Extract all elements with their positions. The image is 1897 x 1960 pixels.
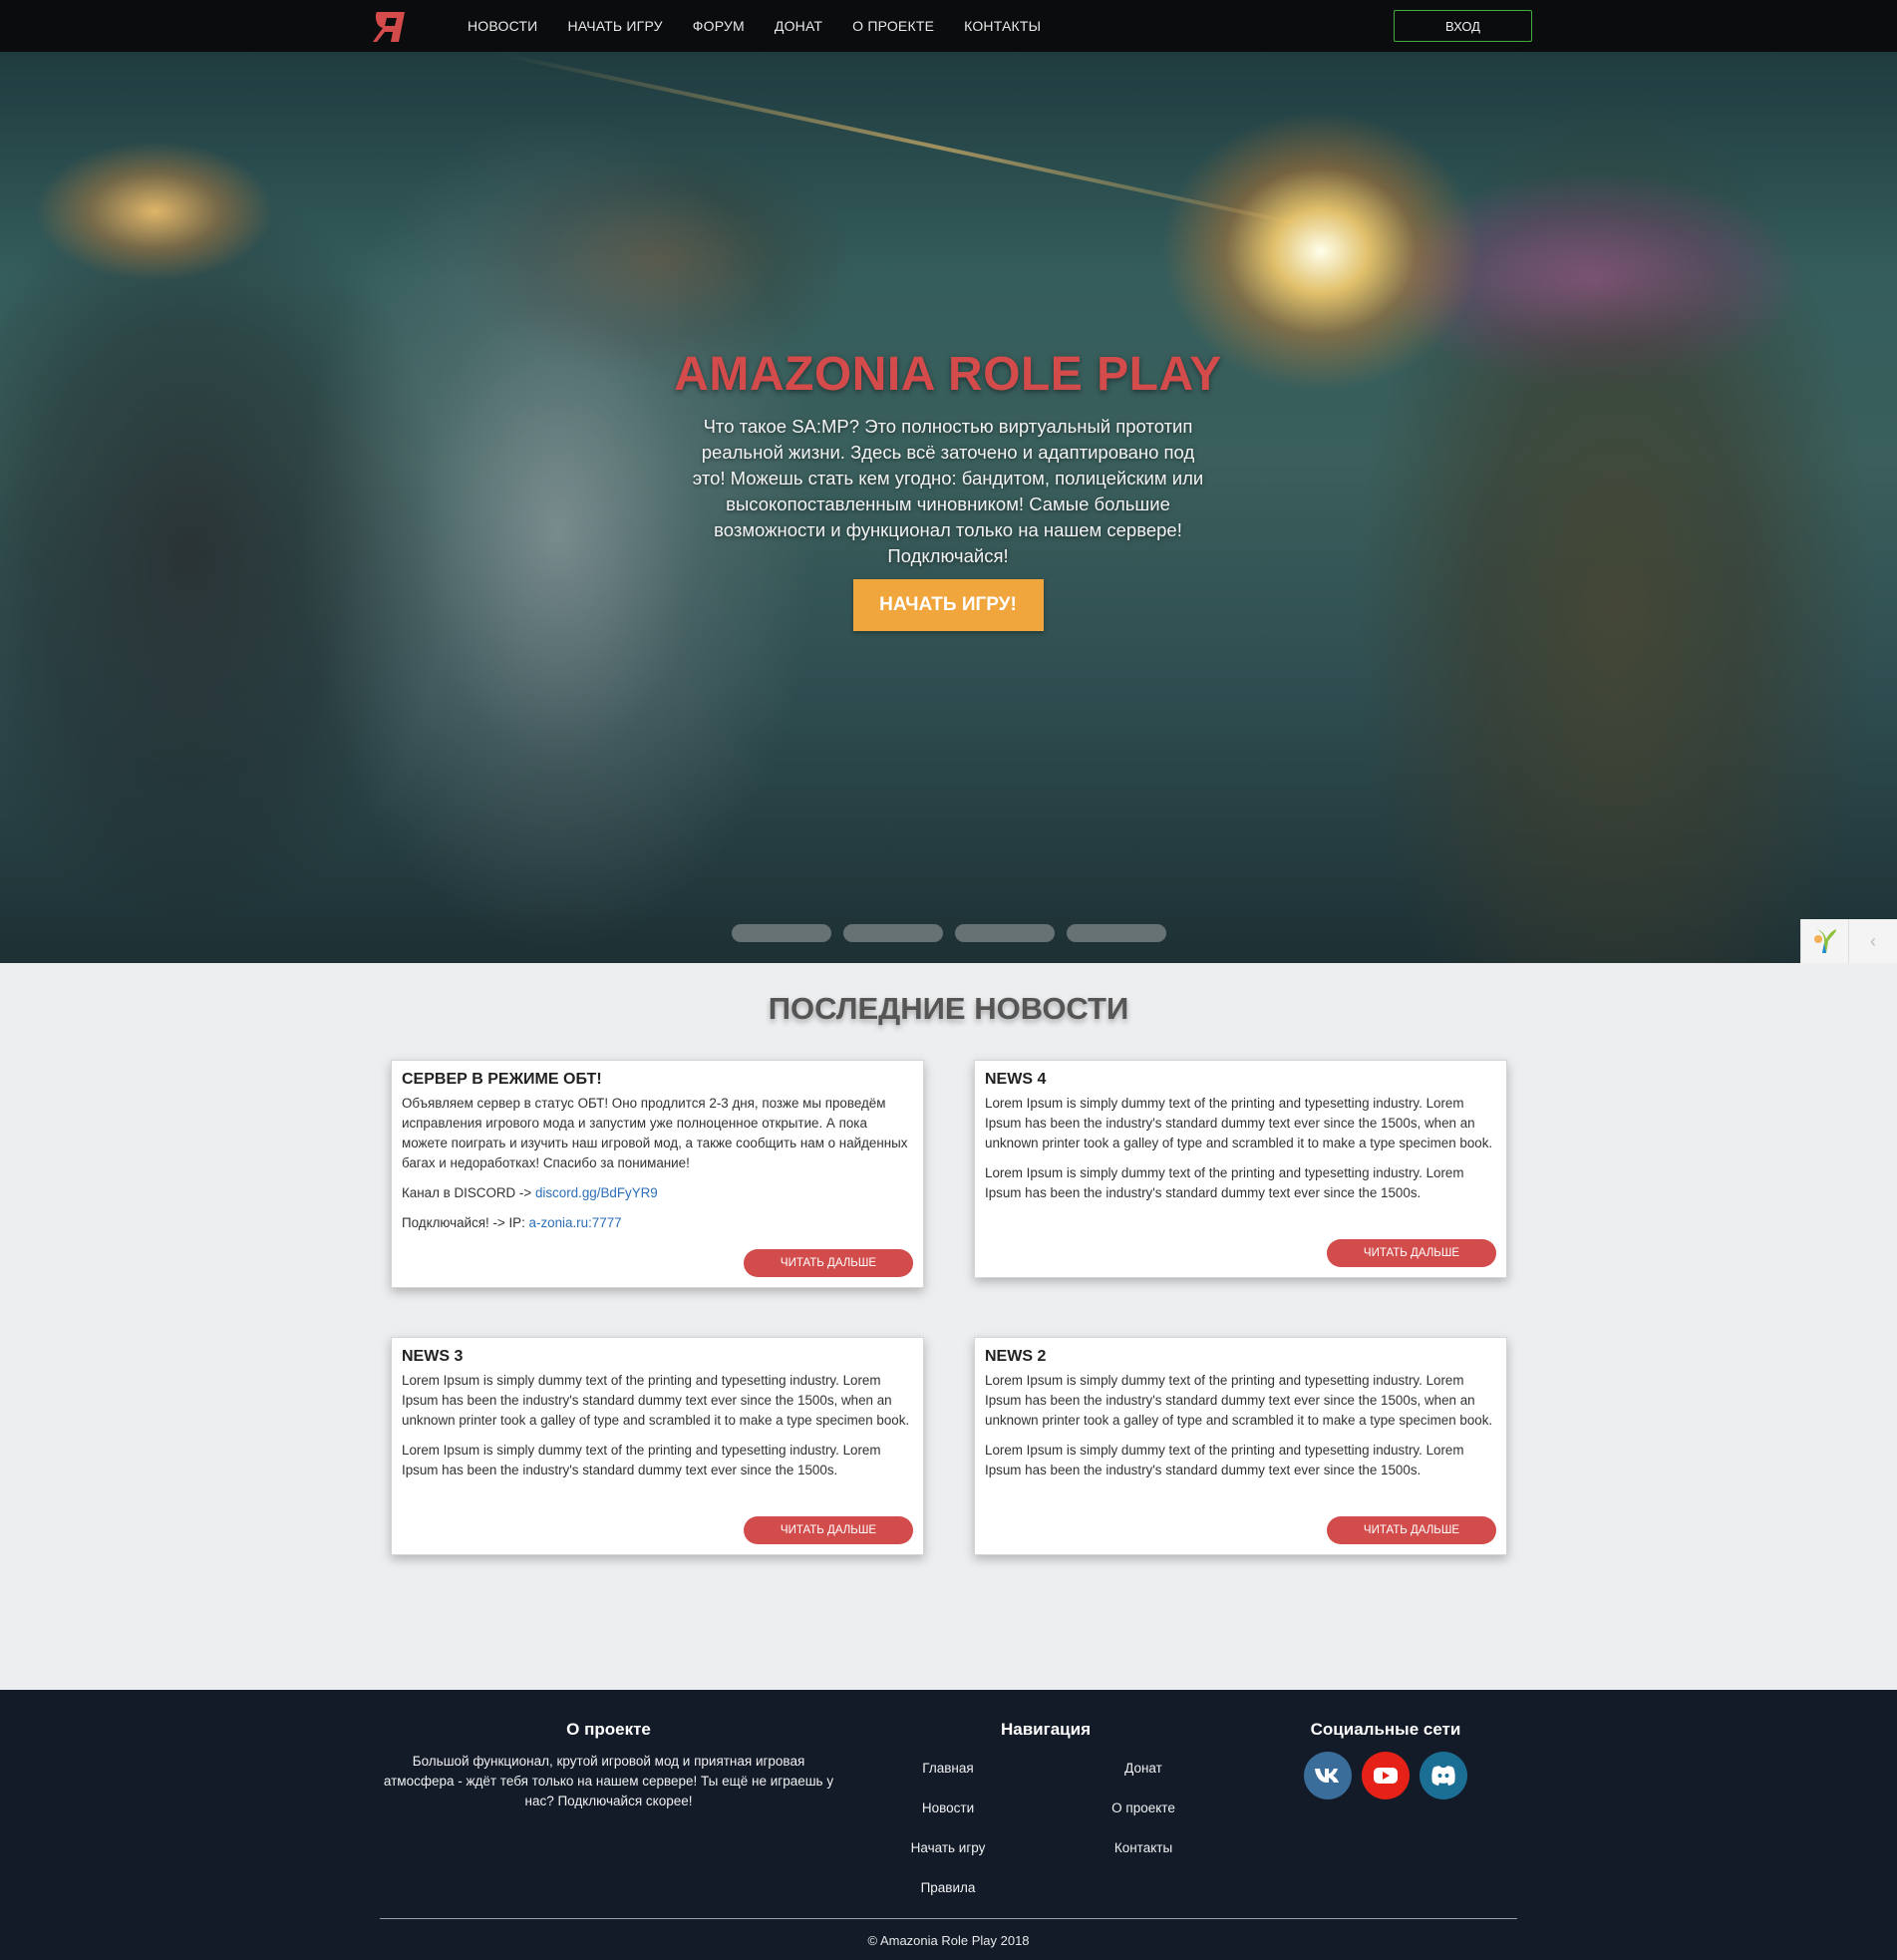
nav-link-forum[interactable]: ФОРУМ	[693, 18, 745, 34]
footer-link-contacts[interactable]: Контакты	[1064, 1840, 1223, 1855]
copyright-text: © Amazonia Role Play 2018	[867, 1933, 1030, 1948]
server-ip-link[interactable]: a-zonia.ru:7777	[529, 1215, 622, 1230]
news-card-text: Объявляем сервер в статус ОБТ! Оно продл…	[402, 1096, 908, 1170]
news-card: NEWS 3 Lorem Ipsum is simply dummy text …	[391, 1337, 924, 1555]
news-card-text: Lorem Ipsum is simply dummy text of the …	[402, 1443, 881, 1477]
footer-social-title: Социальные сети	[1310, 1720, 1461, 1739]
ip-prefix: Подключайся! -> IP:	[402, 1215, 529, 1230]
hero-title: AMAZONIA ROLE PLAY	[674, 348, 1222, 401]
slider-pagination	[732, 924, 1166, 942]
youtube-icon[interactable]	[1362, 1752, 1410, 1799]
footer-link-home[interactable]: Главная	[868, 1761, 1028, 1776]
slider-dot[interactable]	[955, 924, 1055, 942]
hero-slider: AMAZONIA ROLE PLAY Что такое SA:MP? Это …	[0, 52, 1897, 963]
nav-link-about[interactable]: О ПРОЕКТЕ	[852, 18, 934, 34]
news-card: СЕРВЕР В РЕЖИМЕ ОБТ! Объявляем сервер в …	[391, 1060, 924, 1288]
news-card-discord: Канал в DISCORD -> discord.gg/BdFyYR9	[402, 1183, 913, 1203]
site-logo-icon[interactable]	[371, 6, 411, 46]
footer-about-title: О проекте	[566, 1720, 651, 1739]
news-card-text: Lorem Ipsum is simply dummy text of the …	[985, 1373, 1493, 1428]
top-navbar: НОВОСТИ НАЧАТЬ ИГРУ ФОРУМ ДОНАТ О ПРОЕКТ…	[0, 0, 1897, 52]
hero-description: Что такое SA:MP? Это полностью виртуальн…	[692, 416, 1204, 566]
footer-link-start-game[interactable]: Начать игру	[868, 1840, 1028, 1855]
news-card-title: СЕРВЕР В РЕЖИМЕ ОБТ!	[402, 1071, 602, 1088]
site-footer: О проекте Большой функционал, крутой игр…	[0, 1690, 1897, 1960]
news-card-text: Lorem Ipsum is simply dummy text of the …	[985, 1443, 1464, 1477]
footer-link-donate[interactable]: Донат	[1064, 1761, 1223, 1776]
slider-dot[interactable]	[1067, 924, 1166, 942]
chevron-left-icon[interactable]: ‹	[1849, 919, 1897, 963]
footer-link-about[interactable]: О проекте	[1064, 1800, 1223, 1815]
hero-background-flare	[497, 52, 1377, 243]
nav-link-contacts[interactable]: КОНТАКТЫ	[964, 18, 1041, 34]
discord-glyph-icon	[1431, 1766, 1455, 1786]
footer-link-news[interactable]: Новости	[868, 1800, 1028, 1815]
slider-dot[interactable]	[843, 924, 943, 942]
news-card-title: NEWS 3	[402, 1348, 464, 1365]
read-more-button[interactable]: ЧИТАТЬ ДАЛЬШЕ	[1327, 1239, 1496, 1267]
news-card-ip: Подключайся! -> IP: a-zonia.ru:7777	[402, 1213, 913, 1233]
youtube-glyph-icon	[1374, 1768, 1398, 1784]
main-nav: НОВОСТИ НАЧАТЬ ИГРУ ФОРУМ ДОНАТ О ПРОЕКТ…	[468, 0, 1071, 52]
read-more-button[interactable]: ЧИТАТЬ ДАЛЬШЕ	[744, 1516, 913, 1544]
nav-link-news[interactable]: НОВОСТИ	[468, 18, 537, 34]
footer-link-rules[interactable]: Правила	[868, 1880, 1028, 1895]
login-button[interactable]: ВХОД	[1394, 10, 1532, 42]
news-card: NEWS 4 Lorem Ipsum is simply dummy text …	[974, 1060, 1507, 1278]
vk-glyph-icon	[1315, 1769, 1339, 1783]
nav-link-start-game[interactable]: НАЧАТЬ ИГРУ	[567, 18, 662, 34]
start-game-button[interactable]: НАЧАТЬ ИГРУ!	[852, 579, 1044, 631]
footer-about-text: Большой функционал, крутой игровой мод и…	[383, 1754, 834, 1808]
read-more-button[interactable]: ЧИТАТЬ ДАЛЬШЕ	[744, 1249, 913, 1277]
nav-link-donate[interactable]: ДОНАТ	[775, 18, 822, 34]
news-card-text: Lorem Ipsum is simply dummy text of the …	[985, 1096, 1493, 1150]
slider-dot[interactable]	[732, 924, 831, 942]
yii-logo-icon	[1813, 929, 1836, 953]
news-card: NEWS 2 Lorem Ipsum is simply dummy text …	[974, 1337, 1507, 1555]
news-card-title: NEWS 4	[985, 1071, 1047, 1088]
footer-divider	[380, 1918, 1517, 1919]
yii-icon[interactable]	[1801, 919, 1849, 963]
latest-news-heading: ПОСЛЕДНИЕ НОВОСТИ	[768, 991, 1129, 1026]
vk-icon[interactable]	[1304, 1752, 1352, 1799]
hero-content: AMAZONIA ROLE PLAY Что такое SA:MP? Это …	[649, 347, 1247, 631]
side-widget: ‹	[1800, 919, 1897, 963]
news-card-title: NEWS 2	[985, 1348, 1047, 1365]
discord-link[interactable]: discord.gg/BdFyYR9	[535, 1185, 658, 1200]
news-card-text: Lorem Ipsum is simply dummy text of the …	[985, 1165, 1464, 1200]
footer-nav-title: Навигация	[1001, 1720, 1091, 1739]
discord-prefix: Канал в DISCORD ->	[402, 1185, 535, 1200]
news-card-text: Lorem Ipsum is simply dummy text of the …	[402, 1373, 910, 1428]
discord-icon[interactable]	[1420, 1752, 1467, 1799]
read-more-button[interactable]: ЧИТАТЬ ДАЛЬШЕ	[1327, 1516, 1496, 1544]
